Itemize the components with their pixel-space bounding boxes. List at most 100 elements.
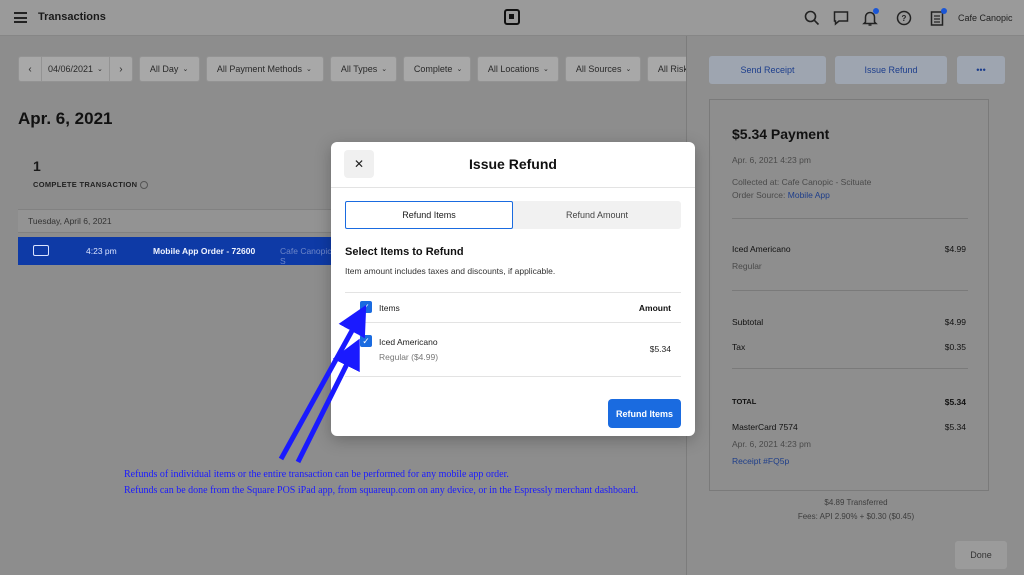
total-value: $5.34 xyxy=(944,397,966,407)
total-label: TOTAL xyxy=(732,397,757,406)
chevron-down-icon: ⌄ xyxy=(381,66,388,73)
issue-refund-button[interactable]: Issue Refund xyxy=(835,56,947,84)
transaction-row[interactable]: 4:23 pm Mobile App Order - 72600 Cafe Ca… xyxy=(18,237,338,266)
card-datetime: Apr. 6, 2021 4:23 pm xyxy=(732,439,811,449)
filter-types[interactable]: All Types ⌄ xyxy=(329,56,397,82)
section-title: Select Items to Refund xyxy=(345,246,464,258)
date-filter: ‹ 04/06/2021 ⌄ › xyxy=(18,56,133,82)
section-subtitle: Item amount includes taxes and discounts… xyxy=(345,266,556,276)
tab-refund-amount[interactable]: Refund Amount xyxy=(513,201,681,229)
filter-label: All Payment Methods xyxy=(216,64,302,74)
menu-icon[interactable] xyxy=(14,12,27,23)
date-picker[interactable]: 04/06/2021 ⌄ xyxy=(41,57,110,81)
filter-time[interactable]: All Day ⌄ xyxy=(138,56,200,82)
filter-label: Complete xyxy=(413,64,453,74)
search-icon[interactable] xyxy=(803,9,821,27)
order-source: Order Source: Mobile App xyxy=(732,190,830,200)
item-variant: Regular xyxy=(732,261,762,271)
done-button[interactable]: Done xyxy=(955,541,1007,569)
tax-value: $0.35 xyxy=(944,342,966,352)
divider xyxy=(345,376,681,377)
bell-icon[interactable] xyxy=(861,8,879,27)
issue-refund-modal: Issue Refund ✕ Refund Items Refund Amoun… xyxy=(331,142,695,436)
divider xyxy=(732,290,968,291)
chevron-down-icon: ⌄ xyxy=(542,66,549,73)
fees-text: Fees: API 2.90% + $0.30 ($0.45) xyxy=(797,512,915,521)
transferred-amount: $4.89 Transferred xyxy=(824,498,888,507)
divider xyxy=(345,322,681,323)
notification-dot xyxy=(941,8,947,14)
notification-dot xyxy=(873,8,879,14)
next-date-button[interactable]: › xyxy=(110,64,132,75)
collected-at: Collected at: Cafe Canopic - Scituate xyxy=(732,177,872,187)
filter-locations[interactable]: All Locations ⌄ xyxy=(476,56,559,82)
transaction-location: Cafe Canopic - S xyxy=(280,246,337,266)
amount-column-header: Amount xyxy=(638,303,671,313)
payment-title: $5.34 Payment xyxy=(732,126,830,142)
item-name: Iced Americano xyxy=(732,244,791,254)
divider xyxy=(732,368,968,369)
select-all-checkbox[interactable]: ✓ xyxy=(360,301,372,313)
filter-sources[interactable]: All Sources ⌄ xyxy=(564,56,641,82)
modal-title: Issue Refund xyxy=(469,156,557,172)
info-icon[interactable] xyxy=(140,181,149,190)
prev-date-button[interactable]: ‹ xyxy=(19,64,41,75)
transaction-description: Mobile App Order - 72600 xyxy=(153,246,256,256)
top-bar: Transactions ? Cafe Canopic xyxy=(0,0,1024,36)
transaction-detail-panel: Send Receipt Issue Refund ••• $5.34 Paym… xyxy=(686,36,1024,575)
divider xyxy=(331,187,695,188)
transaction-count: 1 xyxy=(33,158,41,174)
close-icon[interactable]: ✕ xyxy=(344,150,374,178)
filter-label: All Types xyxy=(340,64,378,74)
receipt-link[interactable]: Receipt #FQ5p xyxy=(732,456,789,466)
subtotal-value: $4.99 xyxy=(944,317,966,327)
item-checkbox[interactable]: ✓ xyxy=(360,335,372,347)
filter-status[interactable]: Complete ⌄ xyxy=(402,56,471,82)
help-icon[interactable]: ? xyxy=(895,9,913,27)
divider xyxy=(345,292,681,293)
order-source-label: Order Source: xyxy=(732,190,786,200)
refund-item-name: Iced Americano xyxy=(379,337,438,347)
page-title: Transactions xyxy=(38,11,106,23)
count-label-text: COMPLETE TRANSACTION xyxy=(33,180,138,189)
more-actions-button[interactable]: ••• xyxy=(957,56,1005,84)
divider xyxy=(732,218,968,219)
order-source-link[interactable]: Mobile App xyxy=(788,190,830,200)
annotation-line-1: Refunds of individual items or the entir… xyxy=(124,469,509,480)
subtotal-label: Subtotal xyxy=(732,317,764,327)
card-label: MasterCard 7574 xyxy=(732,422,798,432)
filter-label: All Sources xyxy=(575,64,622,74)
refund-mode-toggle: Refund Items Refund Amount xyxy=(345,201,681,229)
svg-text:?: ? xyxy=(902,14,907,23)
tab-refund-items[interactable]: Refund Items xyxy=(345,201,513,229)
filter-payment-methods[interactable]: All Payment Methods ⌄ xyxy=(205,56,324,82)
refund-items-button[interactable]: Refund Items xyxy=(608,399,681,428)
refund-item-detail: Regular ($4.99) xyxy=(379,352,439,362)
send-receipt-button[interactable]: Send Receipt xyxy=(709,56,826,84)
chat-icon[interactable] xyxy=(832,9,850,27)
tax-label: Tax xyxy=(732,342,746,352)
chevron-down-icon: ⌄ xyxy=(97,66,103,73)
date-group-header: Tuesday, April 6, 2021 xyxy=(18,209,338,233)
items-column-header: Items xyxy=(379,303,400,313)
chevron-down-icon: ⌄ xyxy=(625,66,632,73)
page-date-heading: Apr. 6, 2021 xyxy=(18,109,113,128)
transaction-time: 4:23 pm xyxy=(86,246,117,256)
transaction-count-label: COMPLETE TRANSACTION xyxy=(33,180,149,190)
card-amount: $5.34 xyxy=(944,422,966,432)
payment-datetime: Apr. 6, 2021 4:23 pm xyxy=(732,155,811,165)
store-name[interactable]: Cafe Canopic xyxy=(958,13,1013,23)
annotation-line-2: Refunds can be done from the Square POS … xyxy=(124,485,639,496)
card-icon xyxy=(33,245,49,256)
filter-label: All Locations xyxy=(487,64,539,74)
register-icon[interactable] xyxy=(928,8,947,27)
chevron-down-icon: ⌄ xyxy=(456,66,463,73)
square-logo-icon[interactable] xyxy=(504,9,520,25)
filter-label: All Day xyxy=(149,64,179,74)
chevron-down-icon: ⌄ xyxy=(305,66,312,73)
chevron-down-icon: ⌄ xyxy=(182,66,189,73)
item-price: $4.99 xyxy=(944,244,966,254)
receipt-card: $5.34 Payment Apr. 6, 2021 4:23 pm Colle… xyxy=(709,99,989,491)
refund-item-amount: $5.34 xyxy=(649,344,671,354)
date-value: 04/06/2021 xyxy=(48,64,94,74)
